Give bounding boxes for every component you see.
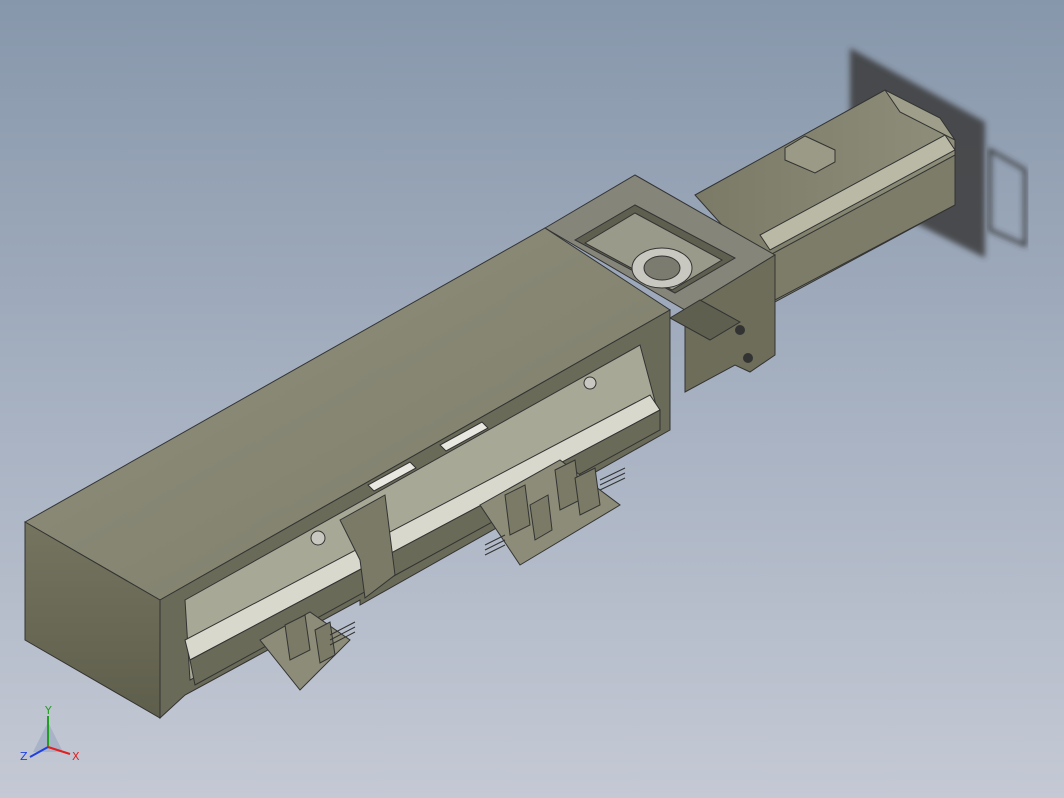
cad-viewport[interactable]: Y X Z: [0, 0, 1064, 798]
z-axis-label: Z: [20, 750, 28, 763]
x-axis-label: X: [72, 750, 80, 763]
y-axis-label: Y: [44, 704, 52, 717]
view-orientation-triad[interactable]: Y X Z: [20, 704, 80, 763]
